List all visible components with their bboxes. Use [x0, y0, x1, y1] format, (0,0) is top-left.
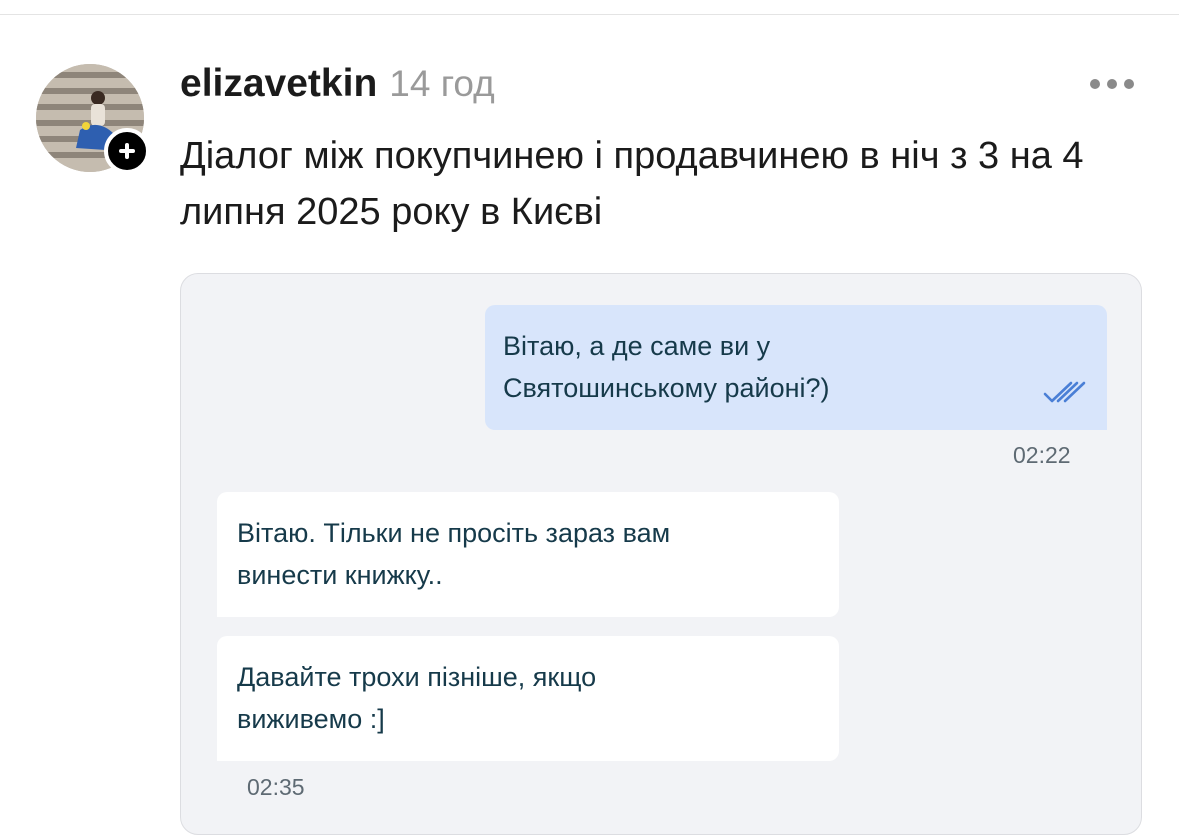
- post-header: elizavetkin 14 год: [180, 62, 495, 112]
- message-text-line: Святошинському районі?): [503, 373, 830, 403]
- username-link[interactable]: elizavetkin: [180, 62, 377, 106]
- top-divider: [0, 14, 1179, 15]
- message-time: 02:35: [247, 774, 305, 800]
- message-text-line: Вітаю, а де саме ви у: [503, 331, 771, 361]
- more-horizontal-icon: [1124, 79, 1134, 89]
- double-check-icon: [1043, 381, 1086, 403]
- message-text-line: винести книжку..: [237, 560, 443, 590]
- follow-button[interactable]: [104, 128, 150, 174]
- chat-screenshot-image[interactable]: Вітаю, а де саме ви у Святошинському рай…: [180, 273, 1142, 835]
- message-text-line: виживемо :]: [237, 704, 385, 734]
- avatar-container[interactable]: [36, 64, 150, 174]
- message-text-line: Вітаю. Тільки не просіть зараз вам: [237, 518, 671, 548]
- message-time: 02:22: [1013, 442, 1071, 468]
- post-text: Діалог між покупчинею і продавчинею в ні…: [180, 135, 1084, 233]
- more-horizontal-icon: [1107, 79, 1117, 89]
- more-options-button[interactable]: [1084, 70, 1140, 100]
- message-text-line: Давайте трохи пізніше, якщо: [237, 662, 597, 692]
- message-bubble-incoming: Давайте трохи пізніше, якщо виживемо :]: [217, 636, 839, 761]
- message-bubble-outgoing: Вітаю, а де саме ви у Святошинському рай…: [485, 305, 1107, 430]
- more-horizontal-icon: [1090, 79, 1100, 89]
- message-bubble-incoming: Вітаю. Тільки не просіть зараз вам винес…: [217, 492, 839, 617]
- post-time: 14 год: [389, 63, 495, 104]
